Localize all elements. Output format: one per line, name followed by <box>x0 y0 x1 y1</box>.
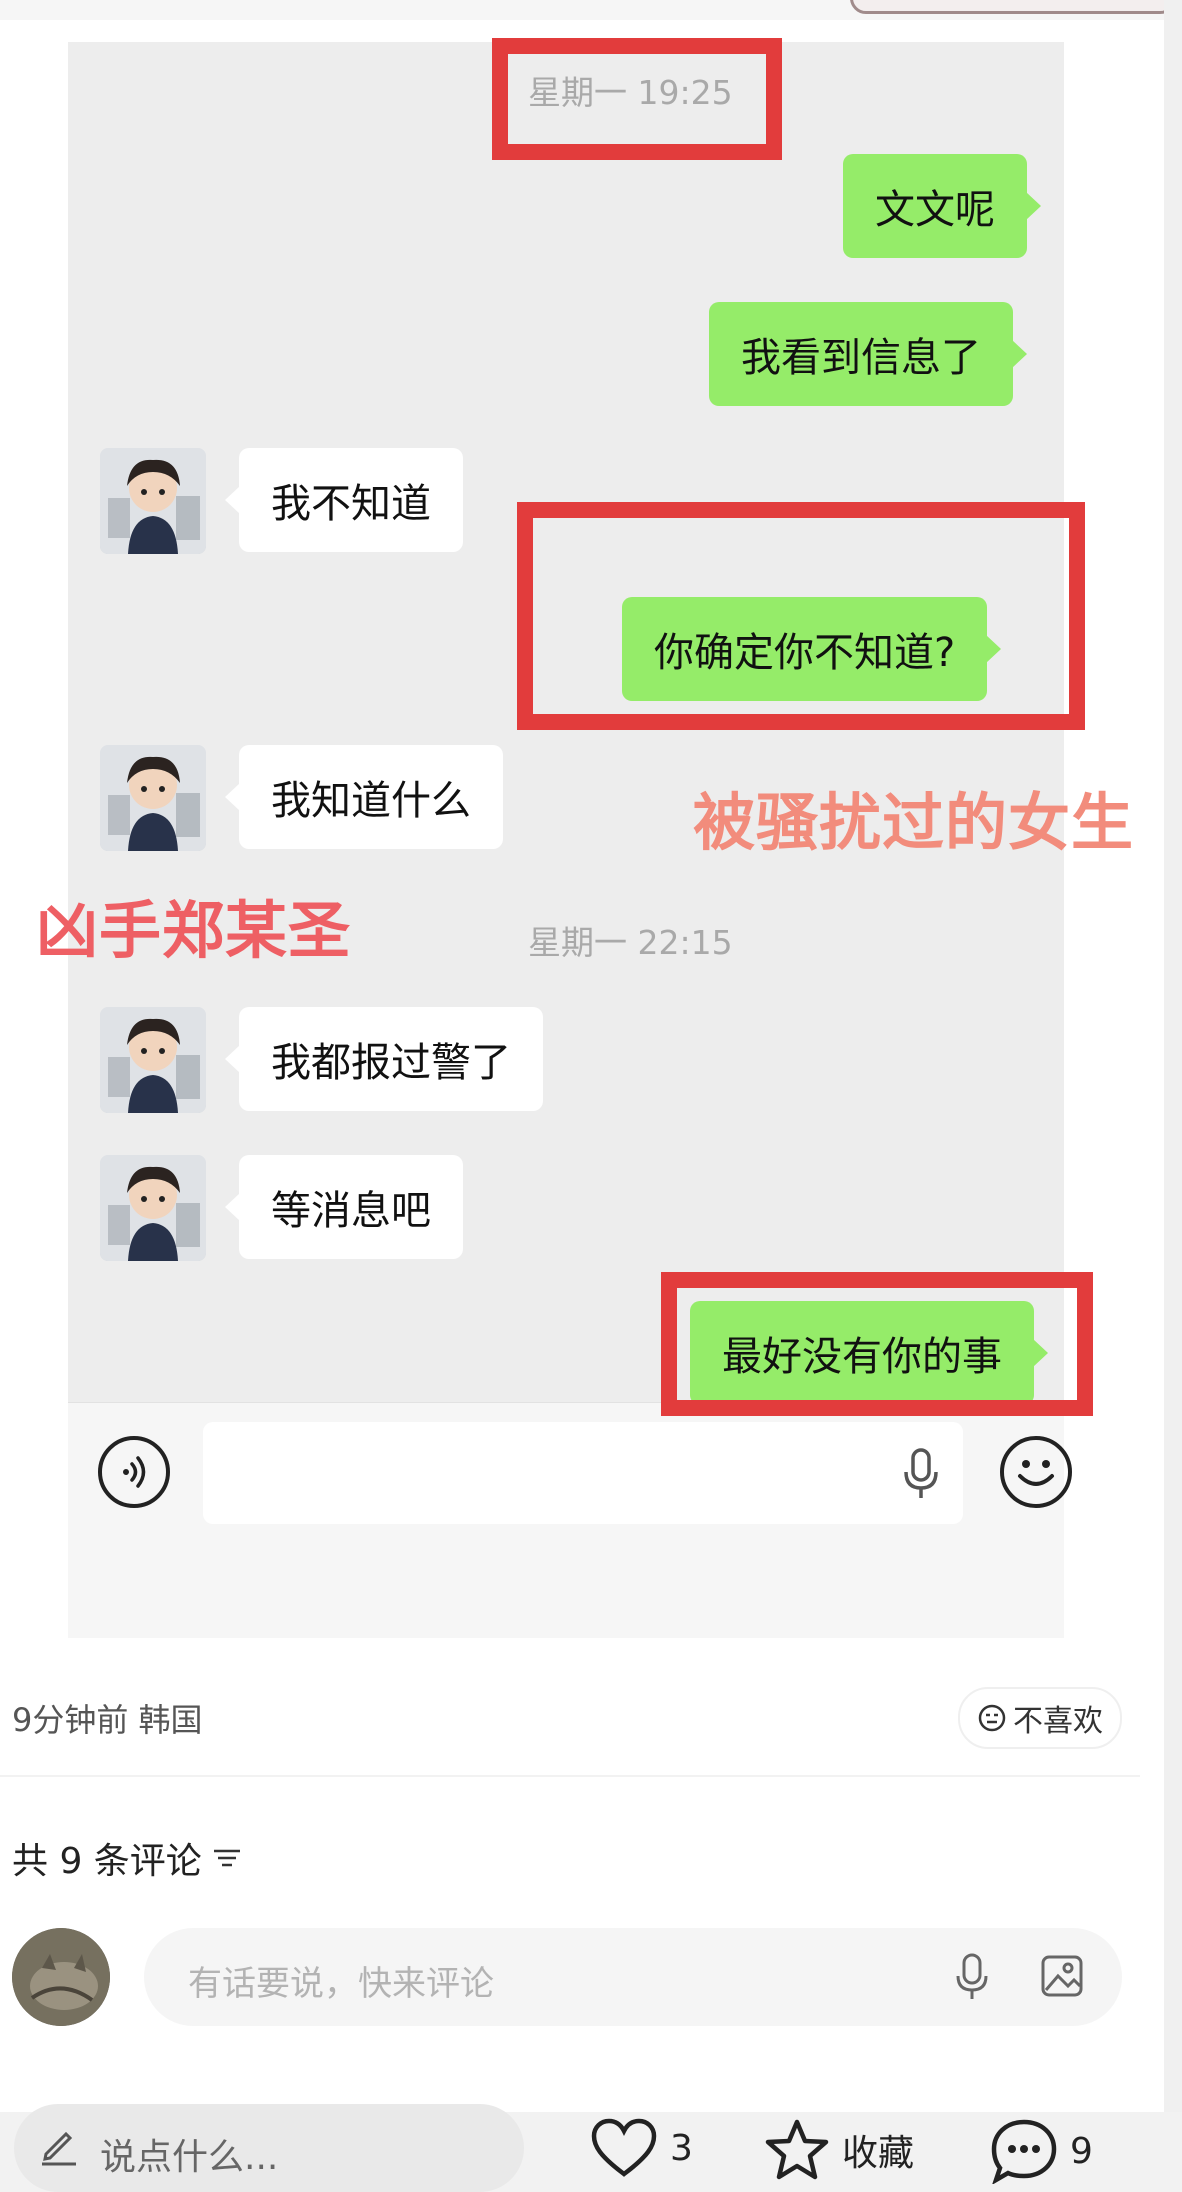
highlight-box-question <box>517 502 1085 730</box>
message-bubble-in: 等消息吧 <box>225 1155 463 1259</box>
emoji-button[interactable] <box>1000 1436 1072 1508</box>
message-bubble-in: 我都报过警了 <box>225 1007 543 1111</box>
like-count: 3 <box>670 2127 693 2169</box>
say-something-placeholder: 说点什么... <box>100 2137 279 2178</box>
comments-header-label: 共 9 条评论 <box>12 1841 202 1882</box>
avatar-figure-icon <box>100 1155 206 1261</box>
dislike-button[interactable]: 不喜欢 <box>958 1687 1122 1749</box>
caption-suspect: 凶手郑某圣 <box>36 894 352 967</box>
dislike-label: 不喜欢 <box>1013 1704 1103 1739</box>
highlight-box-last-message <box>661 1272 1093 1416</box>
right-edge <box>1164 0 1182 2192</box>
comment-button[interactable]: 9 <box>990 2118 1093 2184</box>
contact-avatar[interactable] <box>100 1155 206 1261</box>
image-icon[interactable] <box>1040 1954 1084 1998</box>
mic-icon[interactable] <box>952 1952 992 2002</box>
comments-header[interactable]: 共 9 条评论 <box>12 1832 244 1884</box>
timestamp-2: 星期一 22:15 <box>528 923 733 962</box>
star-icon <box>765 2119 829 2180</box>
comment-input[interactable]: 有话要说，快来评论 <box>144 1928 1122 2026</box>
face-icon <box>978 1704 1006 1732</box>
user-avatar[interactable] <box>12 1928 110 2026</box>
pen-icon <box>42 2131 76 2166</box>
message-bubble-out: 我看到信息了 <box>709 302 1027 406</box>
voice-button[interactable] <box>98 1436 170 1508</box>
divider <box>0 1775 1140 1777</box>
comment-icon <box>991 2119 1057 2184</box>
avatar-figure-icon <box>100 745 206 851</box>
contact-avatar[interactable] <box>100 745 206 851</box>
top-pill[interactable] <box>850 0 1176 14</box>
voice-icon <box>123 1456 146 1488</box>
favorite-button[interactable]: 收藏 <box>764 2118 914 2182</box>
avatar-figure-icon <box>100 448 206 554</box>
comment-count: 9 <box>1070 2130 1093 2172</box>
chat-input[interactable] <box>203 1422 963 1524</box>
highlight-box-timestamp <box>492 38 782 160</box>
caption-victim: 被骚扰过的女生 <box>693 786 1135 859</box>
post-meta: 9分钟前 韩国 <box>12 1701 203 1739</box>
mic-icon[interactable] <box>901 1448 941 1500</box>
heart-icon <box>591 2118 657 2177</box>
sort-icon[interactable] <box>210 1843 244 1873</box>
comment-placeholder: 有话要说，快来评论 <box>188 1964 494 2004</box>
contact-avatar[interactable] <box>100 448 206 554</box>
message-bubble-in: 我知道什么 <box>225 745 503 849</box>
contact-avatar[interactable] <box>100 1007 206 1113</box>
message-bubble-out: 文文呢 <box>843 154 1041 258</box>
like-button[interactable]: 3 <box>590 2118 693 2178</box>
emoji-icon <box>1018 1460 1054 1486</box>
avatar-figure-icon <box>100 1007 206 1113</box>
favorite-label: 收藏 <box>842 2133 915 2174</box>
cat-avatar-icon <box>12 1928 110 2026</box>
message-bubble-in: 我不知道 <box>225 448 463 552</box>
